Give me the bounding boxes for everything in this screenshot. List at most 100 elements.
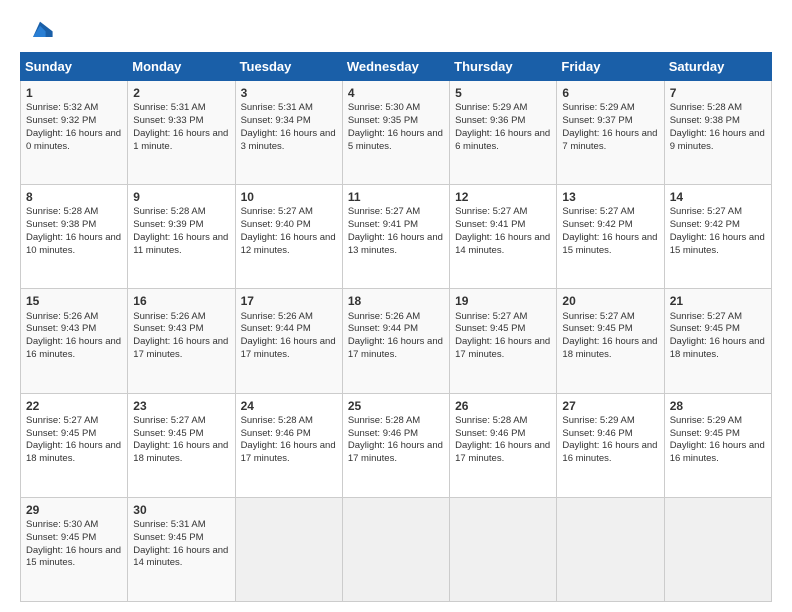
daylight-text: Daylight: 16 hours and 17 minutes.	[348, 440, 443, 464]
calendar-cell: 13Sunrise: 5:27 AMSunset: 9:42 PMDayligh…	[557, 185, 664, 289]
day-number: 1	[26, 85, 122, 101]
calendar-cell: 10Sunrise: 5:27 AMSunset: 9:40 PMDayligh…	[235, 185, 342, 289]
sunset-text: Sunset: 9:46 PM	[348, 428, 418, 439]
sunset-text: Sunset: 9:42 PM	[562, 219, 632, 230]
sunrise-text: Sunrise: 5:27 AM	[133, 415, 205, 426]
calendar-cell: 15Sunrise: 5:26 AMSunset: 9:43 PMDayligh…	[21, 289, 128, 393]
logo	[20, 16, 54, 44]
page: SundayMondayTuesdayWednesdayThursdayFrid…	[0, 0, 792, 612]
day-number: 9	[133, 189, 229, 205]
day-header-friday: Friday	[557, 53, 664, 81]
calendar-cell: 12Sunrise: 5:27 AMSunset: 9:41 PMDayligh…	[450, 185, 557, 289]
sunset-text: Sunset: 9:44 PM	[348, 323, 418, 334]
daylight-text: Daylight: 16 hours and 12 minutes.	[241, 232, 336, 256]
daylight-text: Daylight: 16 hours and 17 minutes.	[455, 440, 550, 464]
sunset-text: Sunset: 9:45 PM	[670, 323, 740, 334]
daylight-text: Daylight: 16 hours and 16 minutes.	[562, 440, 657, 464]
day-number: 17	[241, 293, 337, 309]
calendar-cell: 2Sunrise: 5:31 AMSunset: 9:33 PMDaylight…	[128, 81, 235, 185]
day-number: 26	[455, 398, 551, 414]
sunrise-text: Sunrise: 5:26 AM	[133, 311, 205, 322]
logo-icon	[26, 16, 54, 44]
sunrise-text: Sunrise: 5:26 AM	[348, 311, 420, 322]
sunrise-text: Sunrise: 5:28 AM	[241, 415, 313, 426]
sunrise-text: Sunrise: 5:29 AM	[562, 415, 634, 426]
calendar-cell: 25Sunrise: 5:28 AM Sunset: 9:46 PMDayligh…	[342, 393, 449, 497]
day-number: 20	[562, 293, 658, 309]
calendar-cell: 23Sunrise: 5:27 AMSunset: 9:45 PMDayligh…	[128, 393, 235, 497]
calendar-cell: 5Sunrise: 5:29 AMSunset: 9:36 PMDaylight…	[450, 81, 557, 185]
sunset-text: Sunset: 9:46 PM	[241, 428, 311, 439]
sunset-text: Sunset: 9:45 PM	[455, 323, 525, 334]
calendar-cell: 6Sunrise: 5:29 AMSunset: 9:37 PMDaylight…	[557, 81, 664, 185]
sunrise-text: Sunrise: 5:27 AM	[26, 415, 98, 426]
sunrise-text: Sunrise: 5:30 AM	[26, 519, 98, 530]
day-number: 25	[348, 398, 444, 414]
calendar-cell: 9Sunrise: 5:28 AMSunset: 9:39 PMDaylight…	[128, 185, 235, 289]
day-header-thursday: Thursday	[450, 53, 557, 81]
day-header-monday: Monday	[128, 53, 235, 81]
day-number: 14	[670, 189, 766, 205]
header	[20, 16, 772, 44]
sunrise-text: Sunrise: 5:27 AM	[455, 311, 527, 322]
sunrise-text: Sunrise: 5:31 AM	[133, 102, 205, 113]
daylight-text: Daylight: 16 hours and 15 minutes.	[26, 545, 121, 569]
calendar-cell: 3Sunrise: 5:31 AMSunset: 9:34 PMDaylight…	[235, 81, 342, 185]
sunrise-text: Sunrise: 5:28 AM	[26, 206, 98, 217]
daylight-text: Daylight: 16 hours and 5 minutes.	[348, 128, 443, 152]
day-number: 12	[455, 189, 551, 205]
day-number: 3	[241, 85, 337, 101]
calendar-week-row: 1Sunrise: 5:32 AMSunset: 9:32 PMDaylight…	[21, 81, 772, 185]
sunrise-text: Sunrise: 5:28 AM	[348, 415, 420, 426]
day-number: 16	[133, 293, 229, 309]
daylight-text: Daylight: 16 hours and 18 minutes.	[26, 440, 121, 464]
day-number: 6	[562, 85, 658, 101]
day-number: 22	[26, 398, 122, 414]
sunrise-text: Sunrise: 5:31 AM	[241, 102, 313, 113]
sunset-text: Sunset: 9:41 PM	[455, 219, 525, 230]
sunset-text: Sunset: 9:45 PM	[26, 532, 96, 543]
sunset-text: Sunset: 9:40 PM	[241, 219, 311, 230]
sunrise-text: Sunrise: 5:27 AM	[348, 206, 420, 217]
daylight-text: Daylight: 16 hours and 18 minutes.	[562, 336, 657, 360]
calendar-cell: 8Sunrise: 5:28 AMSunset: 9:38 PMDaylight…	[21, 185, 128, 289]
sunrise-text: Sunrise: 5:28 AM	[455, 415, 527, 426]
sunrise-text: Sunrise: 5:30 AM	[348, 102, 420, 113]
sunset-text: Sunset: 9:35 PM	[348, 115, 418, 126]
daylight-text: Daylight: 16 hours and 17 minutes.	[348, 336, 443, 360]
calendar-cell: 30Sunrise: 5:31 AMSunset: 9:45 PMDayligh…	[128, 497, 235, 601]
calendar-cell: 14Sunrise: 5:27 AMSunset: 9:42 PMDayligh…	[664, 185, 771, 289]
daylight-text: Daylight: 16 hours and 17 minutes.	[241, 440, 336, 464]
calendar-week-row: 15Sunrise: 5:26 AMSunset: 9:43 PMDayligh…	[21, 289, 772, 393]
sunset-text: Sunset: 9:46 PM	[455, 428, 525, 439]
daylight-text: Daylight: 16 hours and 9 minutes.	[670, 128, 765, 152]
sunset-text: Sunset: 9:45 PM	[670, 428, 740, 439]
sunrise-text: Sunrise: 5:26 AM	[241, 311, 313, 322]
calendar-week-row: 8Sunrise: 5:28 AMSunset: 9:38 PMDaylight…	[21, 185, 772, 289]
day-number: 13	[562, 189, 658, 205]
calendar-cell	[557, 497, 664, 601]
daylight-text: Daylight: 16 hours and 0 minutes.	[26, 128, 121, 152]
calendar-header-row: SundayMondayTuesdayWednesdayThursdayFrid…	[21, 53, 772, 81]
day-header-sunday: Sunday	[21, 53, 128, 81]
calendar-cell: 27Sunrise: 5:29 AMSunset: 9:46 PMDayligh…	[557, 393, 664, 497]
day-number: 21	[670, 293, 766, 309]
day-number: 11	[348, 189, 444, 205]
sunset-text: Sunset: 9:45 PM	[133, 532, 203, 543]
day-number: 2	[133, 85, 229, 101]
calendar-cell: 24Sunrise: 5:28 AM Sunset: 9:46 PMDayligh…	[235, 393, 342, 497]
sunset-text: Sunset: 9:45 PM	[26, 428, 96, 439]
sunrise-text: Sunrise: 5:31 AM	[133, 519, 205, 530]
calendar-cell: 18Sunrise: 5:26 AMSunset: 9:44 PMDayligh…	[342, 289, 449, 393]
sunset-text: Sunset: 9:32 PM	[26, 115, 96, 126]
calendar-cell: 28Sunrise: 5:29 AMSunset: 9:45 PMDayligh…	[664, 393, 771, 497]
calendar-week-row: 29Sunrise: 5:30 AMSunset: 9:45 PMDayligh…	[21, 497, 772, 601]
daylight-text: Daylight: 16 hours and 14 minutes.	[455, 232, 550, 256]
sunrise-text: Sunrise: 5:28 AM	[133, 206, 205, 217]
sunrise-text: Sunrise: 5:27 AM	[670, 311, 742, 322]
day-number: 24	[241, 398, 337, 414]
daylight-text: Daylight: 16 hours and 3 minutes.	[241, 128, 336, 152]
sunrise-text: Sunrise: 5:27 AM	[562, 206, 634, 217]
day-number: 8	[26, 189, 122, 205]
sunset-text: Sunset: 9:38 PM	[26, 219, 96, 230]
